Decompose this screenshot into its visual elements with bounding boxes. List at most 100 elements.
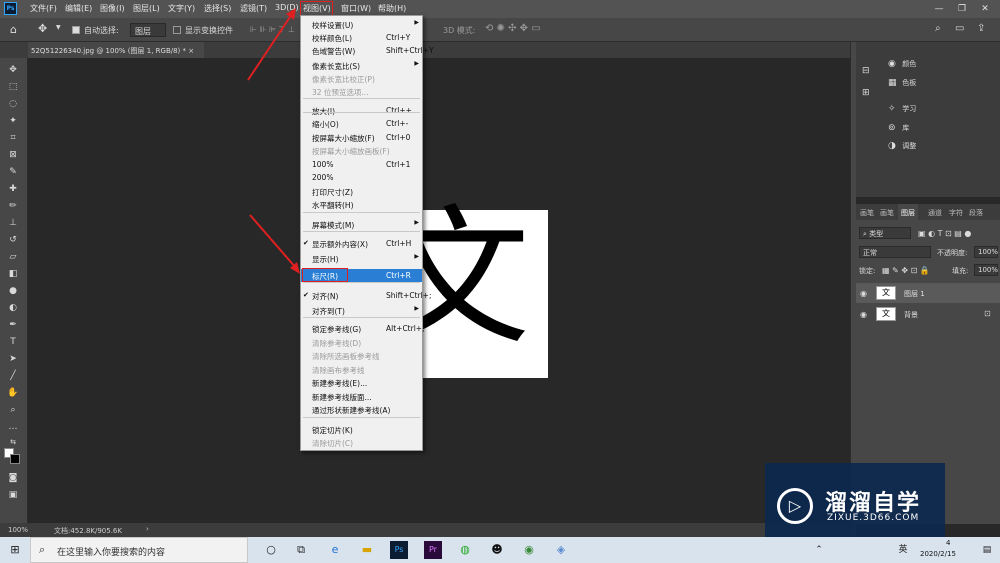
menu-item-label: 新建参考线(E)... [312, 379, 368, 388]
cortana-icon[interactable]: ○ [262, 541, 280, 559]
menu-item-shortcut: Alt+Ctrl+; [386, 324, 425, 333]
view-menu-item[interactable]: 色域警告(W) Shift+Ctrl+Y [301, 44, 434, 57]
menu-separator [303, 282, 420, 283]
app-icon-2[interactable]: ◈ [552, 541, 570, 559]
panel-adjustments[interactable]: ◑ 调整 [888, 141, 916, 151]
task-view-icon[interactable]: ⧉ [292, 541, 310, 559]
photoshop-taskbar-icon[interactable]: Ps [390, 541, 408, 559]
swatches-panel-icon[interactable]: ⊞ [862, 88, 874, 100]
color-panel-icon[interactable]: ⊟ [862, 66, 874, 78]
clock-date[interactable]: 2020/2/15 [920, 550, 956, 558]
panel-swatches[interactable]: ▦ 色板 [888, 78, 916, 88]
qq-icon[interactable]: ☻ [488, 541, 506, 559]
view-menu-item[interactable]: 放大(I)Ctrl++ [301, 104, 422, 117]
tab-brush-2[interactable]: 画笔 [880, 208, 894, 218]
lock-icons[interactable]: ▦ ✎ ✥ ⊡ 🔒 [882, 266, 930, 275]
view-menu-item[interactable]: 校样设置(U) ▶ [301, 18, 422, 31]
menu-item-label: 200% [312, 173, 334, 182]
ime-indicator[interactable]: 英 [894, 541, 912, 559]
adjustments-icon: ◑ [888, 141, 896, 151]
menu-separator [303, 317, 420, 318]
search-placeholder: 在这里输入你要搜索的内容 [57, 548, 166, 558]
tab-brush[interactable]: 画笔 [860, 208, 874, 218]
view-menu-item[interactable]: 像素长宽比(S) ▶ [301, 59, 422, 72]
panel-color[interactable]: ◉ 颜色 [888, 59, 916, 69]
view-menu-item[interactable]: ✔ 显示额外内容(X) Ctrl+H [301, 237, 422, 250]
submenu-arrow-icon: ▶ [414, 305, 419, 312]
layer-row[interactable]: ◉ 文 背景 ⊡ [856, 304, 1000, 324]
edge-browser-icon[interactable]: e [326, 541, 344, 559]
windows-start-icon[interactable]: ⊞ [6, 541, 24, 559]
menu-item-label: 按屏幕大小缩放(F) [312, 134, 375, 143]
layer-filter-icons[interactable]: ▣ ◐ T ⊡ ▤ ● [918, 229, 971, 238]
menu-item-label: 对齐到(T) [312, 307, 345, 316]
visibility-eye-icon[interactable]: ◉ [860, 289, 867, 298]
visibility-eye-icon[interactable]: ◉ [860, 310, 867, 319]
zoom-level[interactable]: 100% [8, 526, 28, 534]
swatches-icon: ▦ [888, 78, 897, 88]
view-menu-item[interactable]: 新建参考线(E)... [301, 376, 422, 389]
document-info: 文档:452.8K/905.6K [54, 527, 122, 535]
checkmark-icon: ✔ [303, 239, 309, 247]
panel-icon-strip: ⊟ ⊞ [856, 42, 884, 197]
view-menu-item[interactable]: 对齐到(T) ▶ [301, 304, 422, 317]
view-menu-item[interactable]: 锁定参考线(G) Alt+Ctrl+; [301, 322, 425, 335]
submenu-arrow-icon: ▶ [414, 253, 419, 260]
view-menu-item[interactable]: 按屏幕大小缩放(F) Ctrl+0 [301, 131, 422, 144]
menu-item-shortcut: Ctrl+H [386, 239, 412, 248]
app-icon[interactable]: ◉ [520, 541, 538, 559]
menu-item-label: 像素长宽比校正(P) [312, 75, 375, 84]
tab-layers[interactable]: 图层 [898, 204, 918, 220]
view-menu-item[interactable]: 通过形状新建参考线(A) [301, 403, 422, 416]
menu-item-shortcut: Ctrl+1 [386, 160, 411, 169]
view-menu-item[interactable]: 200% [301, 171, 422, 184]
view-menu-item[interactable]: 锁定切片(K) [301, 423, 422, 436]
layer-thumbnail: 文 [876, 307, 896, 321]
view-menu-item[interactable]: 缩小(O) Ctrl+- [301, 117, 422, 130]
view-menu-item[interactable]: ✔ 对齐(N) Shift+Ctrl+; [301, 289, 432, 302]
menu-separator [303, 417, 420, 418]
annotation-highlight-rulers [302, 268, 348, 282]
tab-channels[interactable]: 通道 [928, 208, 942, 218]
menu-item-shortcut: Ctrl++ [386, 106, 412, 115]
view-menu-item[interactable]: 新建参考线版面... [301, 390, 422, 403]
fill-field[interactable]: 100% [974, 264, 998, 276]
view-menu-item: 清除参考线(D) [301, 336, 422, 349]
menu-item-label: 显示(H) [312, 255, 339, 264]
view-menu-item[interactable]: 显示(H) ▶ [301, 252, 422, 265]
tab-character[interactable]: 字符 [949, 208, 963, 218]
premiere-taskbar-icon[interactable]: Pr [424, 541, 442, 559]
view-menu-item[interactable]: 打印尺寸(Z) [301, 185, 422, 198]
watermark-url: ZIXUE.3D66.COM [827, 513, 920, 523]
panel-learn[interactable]: ✧ 学习 [888, 104, 916, 114]
color-icon: ◉ [888, 59, 896, 69]
status-arrow-icon[interactable]: › [146, 525, 149, 533]
menu-item-shortcut: Ctrl+- [386, 119, 409, 128]
opacity-field[interactable]: 100% [974, 246, 998, 258]
menu-item-shortcut: Ctrl+0 [386, 133, 411, 142]
menu-item-label: 对齐(N) [312, 292, 339, 301]
view-menu-item[interactable]: 100% Ctrl+1 [301, 158, 422, 171]
tray-icons[interactable]: ⌃ [810, 541, 828, 559]
panel-libraries[interactable]: ⊚ 库 [888, 123, 909, 133]
file-explorer-icon[interactable]: ▬ [358, 541, 376, 559]
menu-item-shortcut: Ctrl+Y [386, 33, 411, 42]
view-menu-item[interactable]: 屏幕模式(M) ▶ [301, 218, 422, 231]
menu-item-label: 清除画布参考线 [312, 366, 365, 375]
menu-item-label: 锁定参考线(G) [312, 325, 362, 334]
layer-name: 背景 [904, 311, 918, 319]
layer-filter-select[interactable]: ⌕ 类型 [859, 227, 911, 239]
menu-item-label: 像素长宽比(S) [312, 62, 361, 71]
wechat-icon[interactable]: ◍ [456, 541, 474, 559]
view-menu-item: 清除切片(C) [301, 436, 422, 449]
taskbar-search-input[interactable]: ⌕ 在这里输入你要搜索的内容 [30, 537, 248, 563]
view-menu-item[interactable]: 校样颜色(L) Ctrl+Y [301, 31, 422, 44]
learn-icon: ✧ [888, 104, 896, 114]
submenu-arrow-icon: ▶ [414, 19, 419, 26]
view-menu-item[interactable]: 水平翻转(H) [301, 198, 422, 211]
menu-item-label: 100% [312, 160, 334, 169]
notification-icon[interactable]: ▤ [978, 541, 996, 559]
tab-paragraph[interactable]: 段落 [969, 208, 983, 218]
blend-mode-select[interactable]: 正常 [859, 246, 931, 258]
layer-row[interactable]: ◉ 文 图层 1 [856, 283, 1000, 303]
